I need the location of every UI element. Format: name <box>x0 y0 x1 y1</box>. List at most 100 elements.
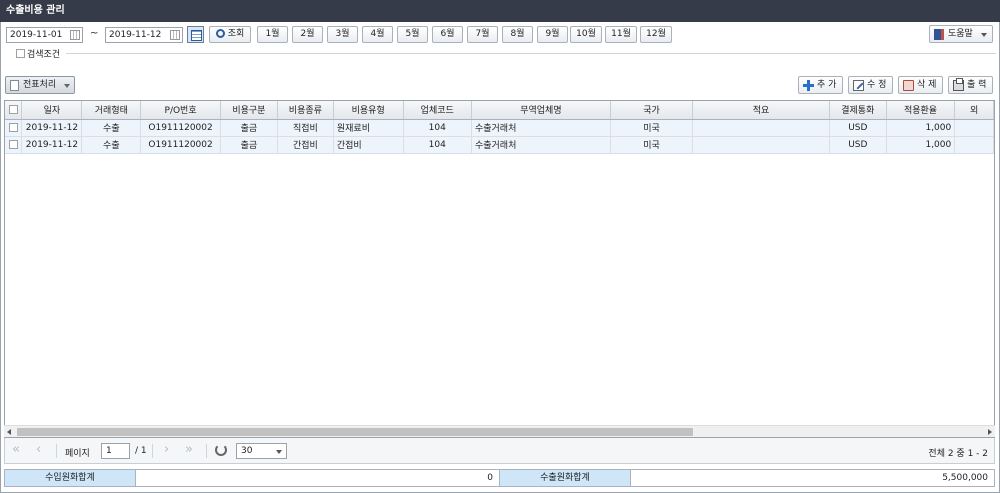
search-conditions-checkbox[interactable] <box>16 49 25 58</box>
column-header-vendor-code[interactable]: 업체코드 <box>403 101 472 120</box>
delete-button[interactable]: 삭 제 <box>898 76 943 94</box>
document-icon <box>10 80 19 91</box>
add-button[interactable]: 추 가 <box>798 76 843 94</box>
month-button-11[interactable]: 11월 <box>605 26 637 43</box>
column-header-expense-kind[interactable]: 비용종류 <box>277 101 334 120</box>
cell-date[interactable]: 2019-11-12 <box>21 136 83 154</box>
column-header-date[interactable]: 일자 <box>21 101 83 120</box>
month-button-8[interactable]: 8월 <box>502 26 533 43</box>
cell-vendor-code[interactable]: 104 <box>403 119 472 137</box>
cell-exchange-rate[interactable]: 1,000 <box>886 136 956 154</box>
column-header-exchange-rate[interactable]: 적용환율 <box>886 101 956 120</box>
cell-expense-kind[interactable]: 간접비 <box>277 136 334 154</box>
month-button-9[interactable]: 9월 <box>537 26 568 43</box>
record-count: 전체 2 중 1 - 2 <box>928 449 988 459</box>
month-button-4[interactable]: 4월 <box>362 26 393 43</box>
column-header-country[interactable]: 국가 <box>610 101 694 120</box>
cell-foreign[interactable] <box>954 136 994 154</box>
column-header-memo[interactable]: 적요 <box>692 101 830 120</box>
print-button[interactable]: 출 력 <box>948 76 993 94</box>
row-checkbox[interactable] <box>8 122 18 132</box>
select-all-checkbox[interactable] <box>8 104 18 114</box>
horizontal-scrollbar[interactable] <box>4 425 995 437</box>
select-all-header[interactable] <box>5 101 23 120</box>
delete-button-label: 삭 제 <box>917 80 937 90</box>
date-to-input[interactable]: 2019-11-12 <box>105 27 183 43</box>
totals-bar: 수입원화합계 0 수출원화합계 5,500,000 <box>4 469 995 487</box>
expense-table: 일자 거래형태 P/O번호 비용구분 비용종류 비용유형 업체코드 무역업체명 … <box>5 101 994 154</box>
scroll-left-icon[interactable] <box>7 429 11 435</box>
month-button-3[interactable]: 3월 <box>327 26 358 43</box>
column-header-po-number[interactable]: P/O번호 <box>140 101 221 120</box>
cell-expense-category[interactable]: 출금 <box>220 136 278 154</box>
cell-memo[interactable] <box>692 119 830 137</box>
cell-foreign[interactable] <box>954 119 994 137</box>
cell-expense-kind[interactable]: 직접비 <box>277 119 334 137</box>
column-header-trade-vendor[interactable]: 무역업체명 <box>471 101 611 120</box>
calendar-icon[interactable] <box>70 30 80 40</box>
cell-po-number[interactable]: O1911120002 <box>140 119 221 137</box>
print-button-label: 출 력 <box>967 80 987 90</box>
pagination-bar: « ‹ 페이지 1 / 1 › » 30 전체 2 중 1 - 2 <box>4 438 995 464</box>
month-button-1[interactable]: 1월 <box>257 26 288 43</box>
cell-trade-vendor[interactable]: 수출거래처 <box>471 119 611 137</box>
month-button-12[interactable]: 12월 <box>640 26 672 43</box>
window-title: 수출비용 관리 <box>0 0 1000 22</box>
cell-expense-type[interactable]: 간접비 <box>333 136 404 154</box>
prev-page-icon[interactable]: ‹ <box>36 443 41 457</box>
column-header-trade-type[interactable]: 거래형태 <box>81 101 142 120</box>
row-checkbox[interactable] <box>8 139 18 149</box>
cell-country[interactable]: 미국 <box>610 119 694 137</box>
cell-trade-type[interactable]: 수출 <box>81 119 142 137</box>
cell-po-number[interactable]: O1911120002 <box>140 136 221 154</box>
date-range-separator: ~ <box>90 28 99 39</box>
table-row[interactable]: 2019-11-12 수출 O1911120002 출금 간접비 간접비 104… <box>5 136 994 154</box>
row-select-cell[interactable] <box>5 136 23 154</box>
search-button-label: 조회 <box>227 29 245 39</box>
column-header-expense-category[interactable]: 비용구분 <box>220 101 278 120</box>
page-size-value: 30 <box>241 446 253 456</box>
cell-trade-type[interactable]: 수출 <box>81 136 142 154</box>
divider <box>152 444 153 458</box>
last-page-icon[interactable]: » <box>185 443 193 457</box>
cell-expense-type[interactable]: 원재료비 <box>333 119 404 137</box>
scroll-right-icon[interactable] <box>988 429 992 435</box>
month-button-5[interactable]: 5월 <box>397 26 428 43</box>
table-row[interactable]: 2019-11-12 수출 O1911120002 출금 직접비 원재료비 10… <box>5 119 994 137</box>
next-page-icon[interactable]: › <box>164 443 169 457</box>
calendar-picker-button[interactable] <box>187 26 204 43</box>
first-page-icon[interactable]: « <box>12 443 20 457</box>
divider <box>66 53 996 54</box>
month-button-10[interactable]: 10월 <box>570 26 602 43</box>
refresh-icon[interactable] <box>215 444 227 456</box>
page-number-input[interactable]: 1 <box>101 443 130 459</box>
scrollbar-thumb[interactable] <box>17 428 693 436</box>
column-header-expense-type[interactable]: 비용유형 <box>333 101 404 120</box>
edit-button[interactable]: 수 정 <box>848 76 893 94</box>
cell-expense-category[interactable]: 출금 <box>220 119 278 137</box>
date-from-input[interactable]: 2019-11-01 <box>6 27 83 43</box>
search-button[interactable]: 조회 <box>209 26 251 43</box>
column-header-currency[interactable]: 결제통화 <box>829 101 887 120</box>
slip-process-button[interactable]: 전표처리 <box>5 76 75 94</box>
cell-currency[interactable]: USD <box>829 136 887 154</box>
expense-grid: 일자 거래형태 P/O번호 비용구분 비용종류 비용유형 업체코드 무역업체명 … <box>4 100 995 438</box>
cell-memo[interactable] <box>692 136 830 154</box>
month-button-6[interactable]: 6월 <box>432 26 463 43</box>
cell-exchange-rate[interactable]: 1,000 <box>886 119 956 137</box>
month-button-7[interactable]: 7월 <box>467 26 498 43</box>
page-label: 페이지 <box>65 449 90 459</box>
cell-date[interactable]: 2019-11-12 <box>21 119 83 137</box>
cell-vendor-code[interactable]: 104 <box>403 136 472 154</box>
help-button[interactable]: 도움말 <box>929 25 993 43</box>
row-select-cell[interactable] <box>5 119 23 137</box>
column-header-foreign[interactable]: 외 <box>954 101 994 120</box>
book-icon <box>934 29 944 40</box>
cell-trade-vendor[interactable]: 수출거래처 <box>471 136 611 154</box>
page-size-select[interactable]: 30 <box>236 443 287 459</box>
edit-button-label: 수 정 <box>867 80 887 90</box>
cell-currency[interactable]: USD <box>829 119 887 137</box>
calendar-icon[interactable] <box>170 30 180 40</box>
month-button-2[interactable]: 2월 <box>292 26 323 43</box>
cell-country[interactable]: 미국 <box>610 136 694 154</box>
